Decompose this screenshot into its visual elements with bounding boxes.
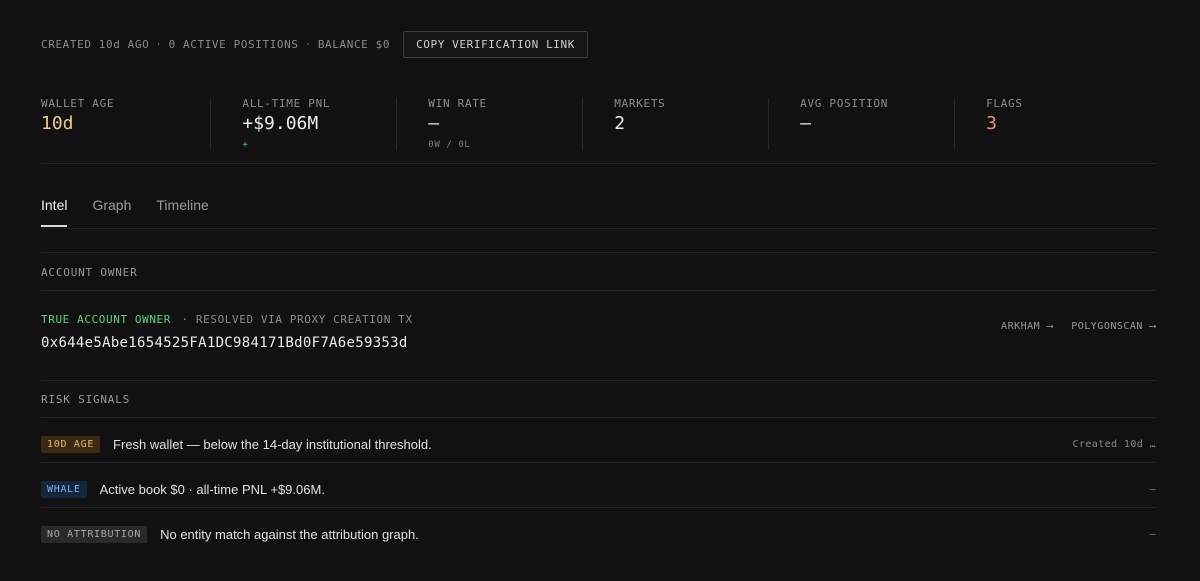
tab-bar: Intel Graph Timeline <box>41 197 234 227</box>
risk-description: Active book $0 · all-time PNL +$9.06M. <box>99 481 325 497</box>
stat-all-time-pnl: ALL-TIME PNL +$9.06M + <box>210 97 412 153</box>
stat-label: WIN RATE <box>428 97 487 110</box>
stat-label: MARKETS <box>614 97 666 110</box>
risk-badge: NO ATTRIBUTION <box>41 525 148 543</box>
positions-meta: 0 ACTIVE POSITIONS <box>168 38 299 51</box>
tab-timeline[interactable]: Timeline <box>156 197 208 227</box>
stat-win-rate: WIN RATE — 0W / 0L <box>396 97 598 153</box>
created-meta: CREATED 10d AGO <box>41 38 150 51</box>
resolved-via-text: · RESOLVED VIA PROXY CREATION TX <box>181 313 413 326</box>
stat-sub: + <box>242 140 249 150</box>
meta-separator: · <box>304 38 312 51</box>
stat-value: — <box>800 113 811 134</box>
external-links: ARKHAM ⟶ POLYGONSCAN ⟶ <box>983 321 1156 332</box>
risk-signal-row: 10D AGE Fresh wallet — below the 14-day … <box>41 434 1156 454</box>
balance-meta: BALANCE $0 <box>317 38 391 51</box>
stat-value: — <box>428 113 440 134</box>
stat-label: ALL-TIME PNL <box>242 97 331 110</box>
risk-signal-row: WHALE Active book $0 · all-time PNL +$9.… <box>41 479 1156 499</box>
divider <box>41 228 1156 229</box>
stat-value: 2 <box>614 113 626 134</box>
stat-divider <box>768 98 770 150</box>
stat-label: AVG POSITION <box>800 97 889 110</box>
owner-address[interactable]: 0x644e5Abe1654525FA1DC984171Bd0F7A6e5935… <box>41 335 413 351</box>
tab-graph[interactable]: Graph <box>92 197 131 227</box>
stat-value: +$9.06M <box>242 113 319 134</box>
divider <box>41 507 1156 508</box>
wallet-meta-bar: CREATED 10d AGO · 0 ACTIVE POSITIONS · B… <box>41 31 588 58</box>
stat-label: WALLET AGE <box>41 97 115 110</box>
section-title-risk-signals: RISK SIGNALS <box>41 393 131 406</box>
meta-separator: · <box>155 38 163 51</box>
stat-markets: MARKETS 2 <box>582 97 784 153</box>
divider <box>41 417 1156 418</box>
account-owner-row: TRUE ACCOUNT OWNER · RESOLVED VIA PROXY … <box>41 310 413 351</box>
section-title-account-owner: ACCOUNT OWNER <box>41 266 138 279</box>
stats-row: WALLET AGE 10d ALL-TIME PNL +$9.06M + WI… <box>41 97 1156 153</box>
divider <box>41 462 1156 463</box>
stat-flags: FLAGS 3 <box>954 97 1156 153</box>
risk-signal-row: NO ATTRIBUTION No entity match against t… <box>41 524 1156 544</box>
copy-verification-link-button[interactable]: COPY VERIFICATION LINK <box>403 31 588 58</box>
stat-divider <box>582 98 584 150</box>
risk-description: No entity match against the attribution … <box>160 526 419 542</box>
risk-description: Fresh wallet — below the 14-day institut… <box>113 436 432 452</box>
divider <box>41 163 1156 164</box>
stat-value: 3 <box>986 113 997 134</box>
arkham-link[interactable]: ARKHAM ⟶ <box>1001 321 1053 332</box>
stat-divider <box>396 98 398 150</box>
stat-label: FLAGS <box>986 97 1023 110</box>
stat-wallet-age: WALLET AGE 10d <box>41 97 226 153</box>
divider <box>41 252 1156 253</box>
divider <box>41 380 1156 381</box>
stat-divider <box>210 98 212 150</box>
true-owner-tag: TRUE ACCOUNT OWNER <box>41 313 172 326</box>
risk-badge: 10D AGE <box>41 435 101 453</box>
risk-detail: – <box>1149 483 1156 495</box>
risk-detail: – <box>1149 528 1156 540</box>
risk-badge: WHALE <box>41 480 87 498</box>
stat-divider <box>954 98 956 150</box>
stat-value: 10d <box>41 113 74 134</box>
risk-detail: Created 10d … <box>1072 438 1156 450</box>
stat-sub: 0W / 0L <box>428 140 471 150</box>
divider <box>41 290 1156 291</box>
stat-avg-position: AVG POSITION — <box>768 97 970 153</box>
tab-intel[interactable]: Intel <box>41 197 68 227</box>
polygonscan-link[interactable]: POLYGONSCAN ⟶ <box>1071 321 1156 332</box>
